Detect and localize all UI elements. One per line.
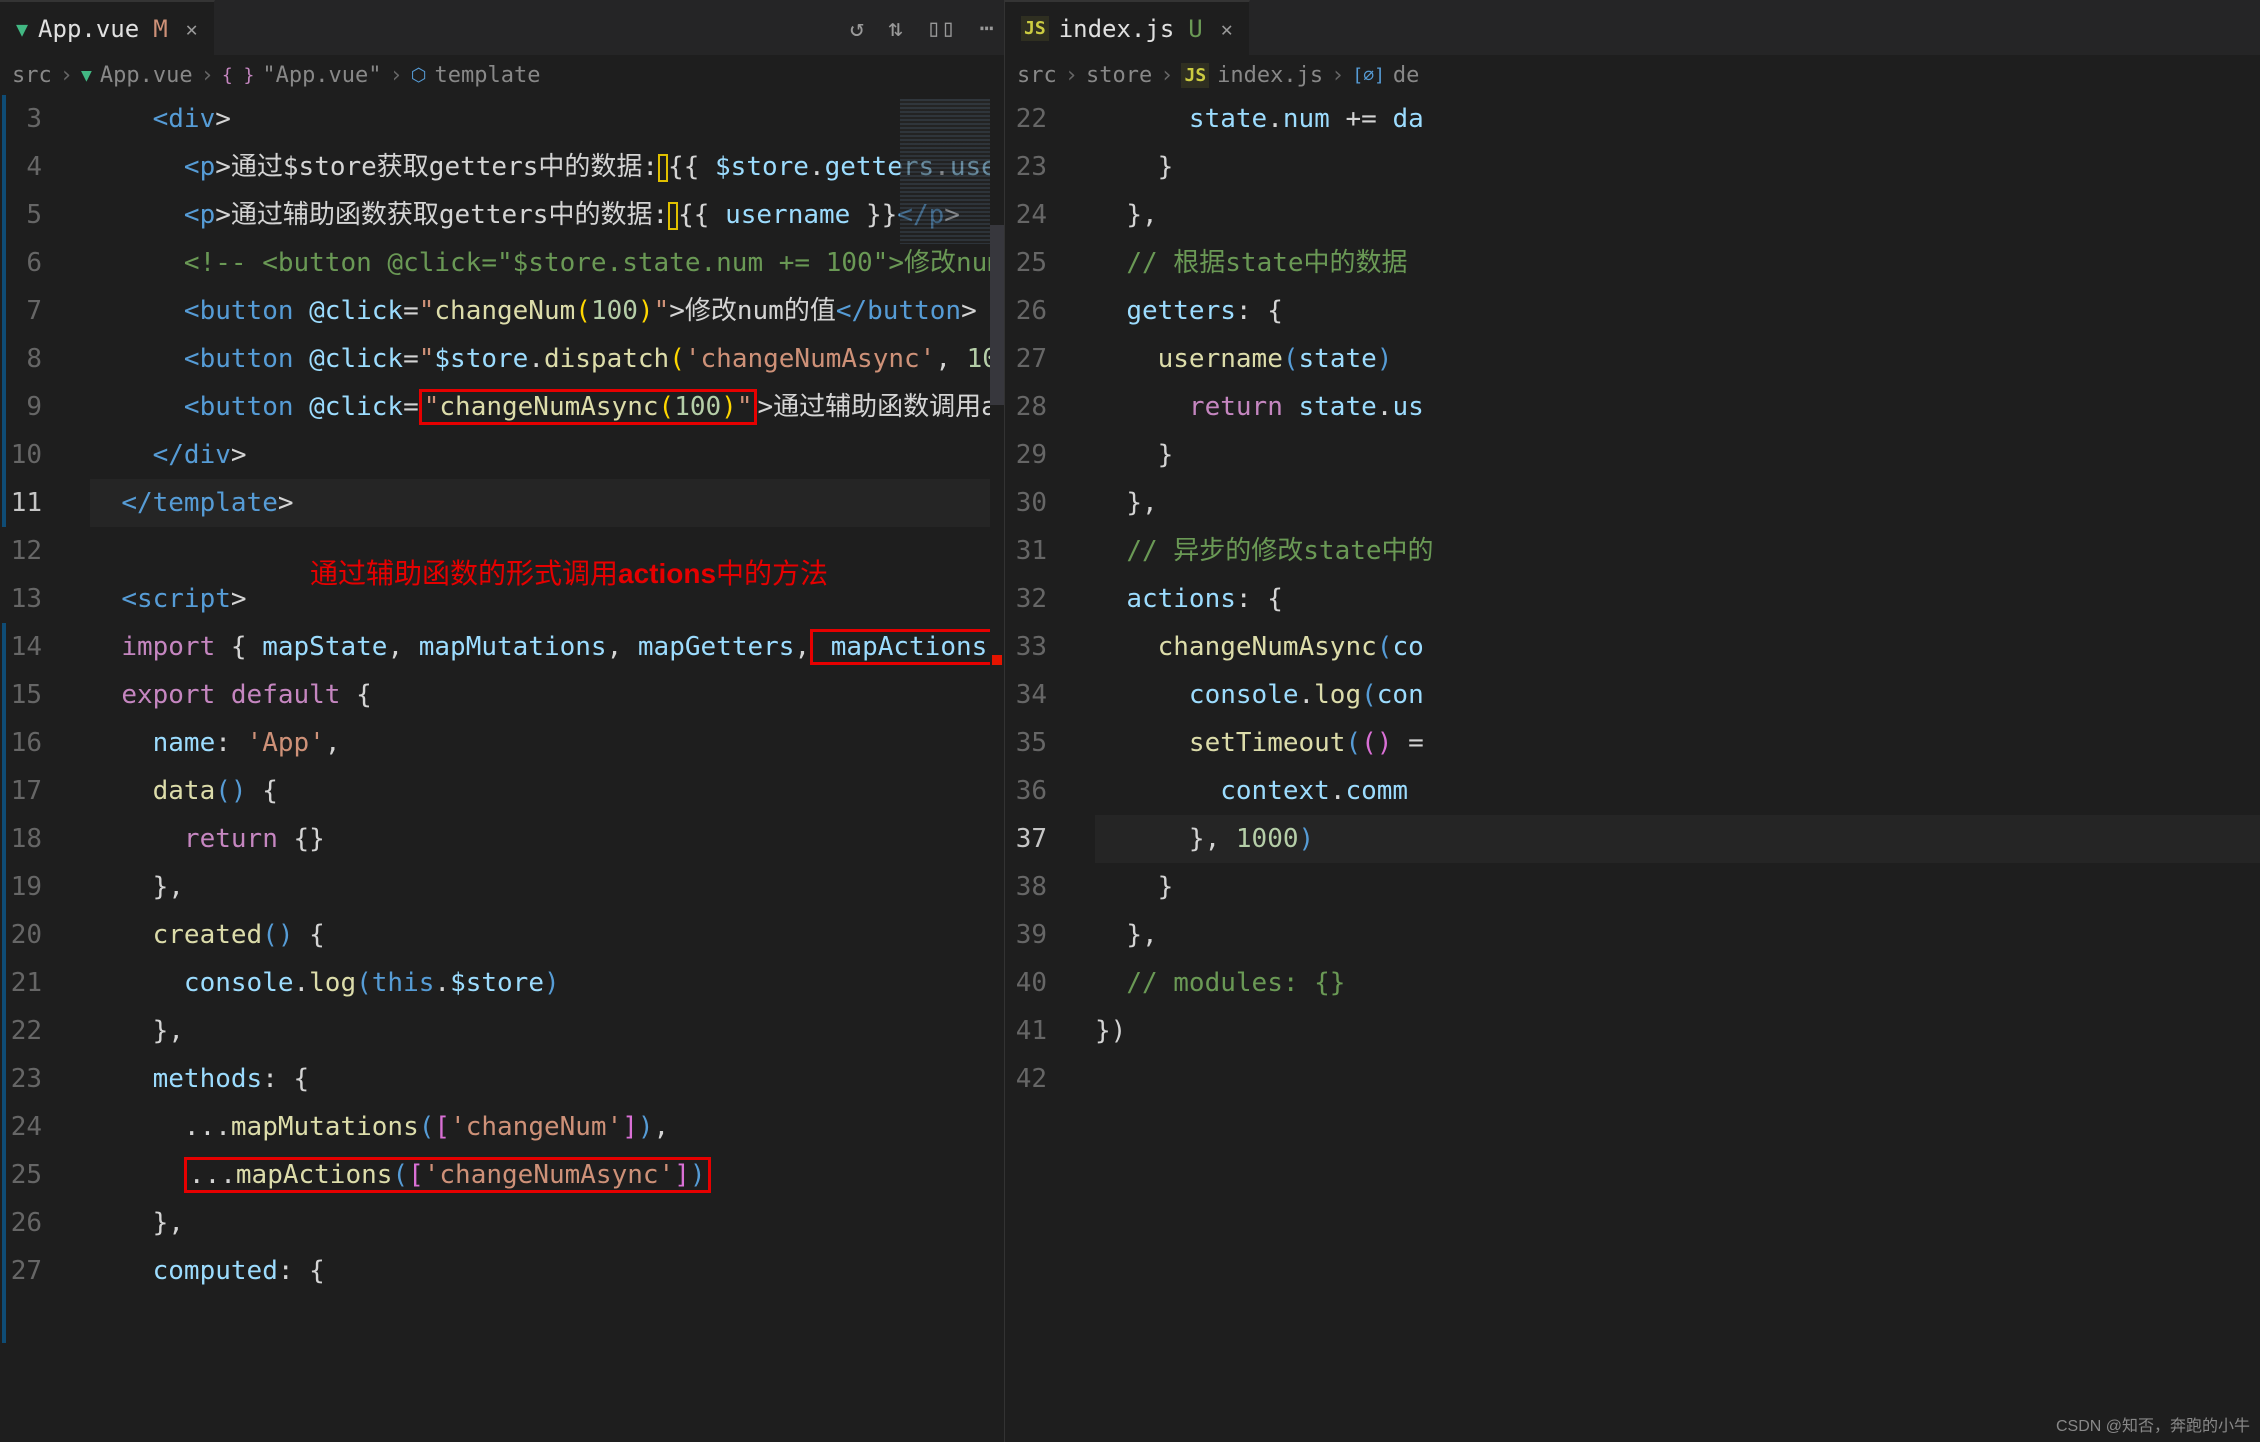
editor-left-pane: ▼ App.vue M ✕ ↺ ⇅ ▯▯ ⋯ src › ▼ App.vue ›… bbox=[0, 0, 1005, 1442]
tab-index-js[interactable]: JS index.js U ✕ bbox=[1005, 0, 1250, 55]
chevron-right-icon: › bbox=[390, 63, 403, 88]
close-icon[interactable]: ✕ bbox=[1221, 17, 1233, 41]
vue-icon: ▼ bbox=[81, 65, 92, 86]
editor-right-pane: JS index.js U ✕ src › store › JS index.j… bbox=[1005, 0, 2260, 1442]
tab-label: App.vue bbox=[38, 15, 139, 43]
breadcrumb-left[interactable]: src › ▼ App.vue › { } "App.vue" › ⬡ temp… bbox=[0, 55, 1004, 95]
cube-icon: ⬡ bbox=[411, 65, 427, 86]
breadcrumb-item[interactable]: index.js bbox=[1217, 63, 1323, 88]
breadcrumb-item[interactable]: de bbox=[1393, 63, 1420, 88]
tab-app-vue[interactable]: ▼ App.vue M ✕ bbox=[0, 0, 215, 55]
vue-icon: ▼ bbox=[16, 17, 28, 41]
breadcrumb-item[interactable]: store bbox=[1086, 63, 1152, 88]
history-icon[interactable]: ↺ bbox=[850, 14, 864, 42]
modified-indicator: M bbox=[153, 15, 167, 43]
code-editor-right[interactable]: 2223242526272829303132333435363738394041… bbox=[1005, 95, 2260, 1442]
js-icon: JS bbox=[1021, 16, 1049, 41]
annotation-text: 通过辅助函数的形式调用actions中的方法 bbox=[310, 550, 828, 598]
breadcrumb-item[interactable]: src bbox=[12, 63, 52, 88]
braces-icon: { } bbox=[222, 65, 255, 86]
split-editor-icon[interactable]: ▯▯ bbox=[927, 14, 956, 42]
tabbar-right: JS index.js U ✕ bbox=[1005, 0, 2260, 55]
untracked-indicator: U bbox=[1188, 15, 1202, 43]
chevron-right-icon: › bbox=[201, 63, 214, 88]
tab-label: index.js bbox=[1059, 15, 1175, 43]
code-editor-left[interactable]: 3456789101112131415161718192021222324252… bbox=[0, 95, 1004, 1442]
tabbar-actions: ↺ ⇅ ▯▯ ⋯ bbox=[850, 14, 994, 42]
code-area[interactable]: state.num += da } }, // 根据state中的数据 gett… bbox=[1095, 95, 2260, 1103]
code-area[interactable]: <div> <p>通过$store获取getters中的数据:{{ $store… bbox=[90, 95, 1004, 1295]
chevron-right-icon: › bbox=[1065, 63, 1078, 88]
watermark: CSDN @知否，奔跑的小牛 bbox=[2056, 1412, 2250, 1436]
scroll-thumb[interactable] bbox=[990, 225, 1004, 405]
chevron-right-icon: › bbox=[1331, 63, 1344, 88]
tabbar-left: ▼ App.vue M ✕ ↺ ⇅ ▯▯ ⋯ bbox=[0, 0, 1004, 55]
more-icon[interactable]: ⋯ bbox=[980, 14, 994, 42]
chevron-right-icon: › bbox=[60, 63, 73, 88]
git-compare-icon[interactable]: ⇅ bbox=[888, 14, 902, 42]
chevron-right-icon: › bbox=[1160, 63, 1173, 88]
scroll-bar[interactable] bbox=[990, 95, 1004, 1442]
close-icon[interactable]: ✕ bbox=[186, 17, 198, 41]
minimap[interactable] bbox=[900, 99, 1000, 244]
breadcrumb-item[interactable]: src bbox=[1017, 63, 1057, 88]
breadcrumb-item[interactable]: "App.vue" bbox=[262, 63, 381, 88]
variable-icon: [∅] bbox=[1352, 65, 1385, 86]
line-numbers: 2223242526272829303132333435363738394041… bbox=[1005, 95, 1065, 1103]
line-numbers: 3456789101112131415161718192021222324252… bbox=[0, 95, 60, 1295]
js-icon: JS bbox=[1181, 63, 1209, 88]
breadcrumb-item[interactable]: App.vue bbox=[100, 63, 193, 88]
breadcrumb-item[interactable]: template bbox=[435, 63, 541, 88]
breadcrumb-right[interactable]: src › store › JS index.js › [∅] de bbox=[1005, 55, 2260, 95]
scroll-error-marker bbox=[992, 655, 1002, 665]
